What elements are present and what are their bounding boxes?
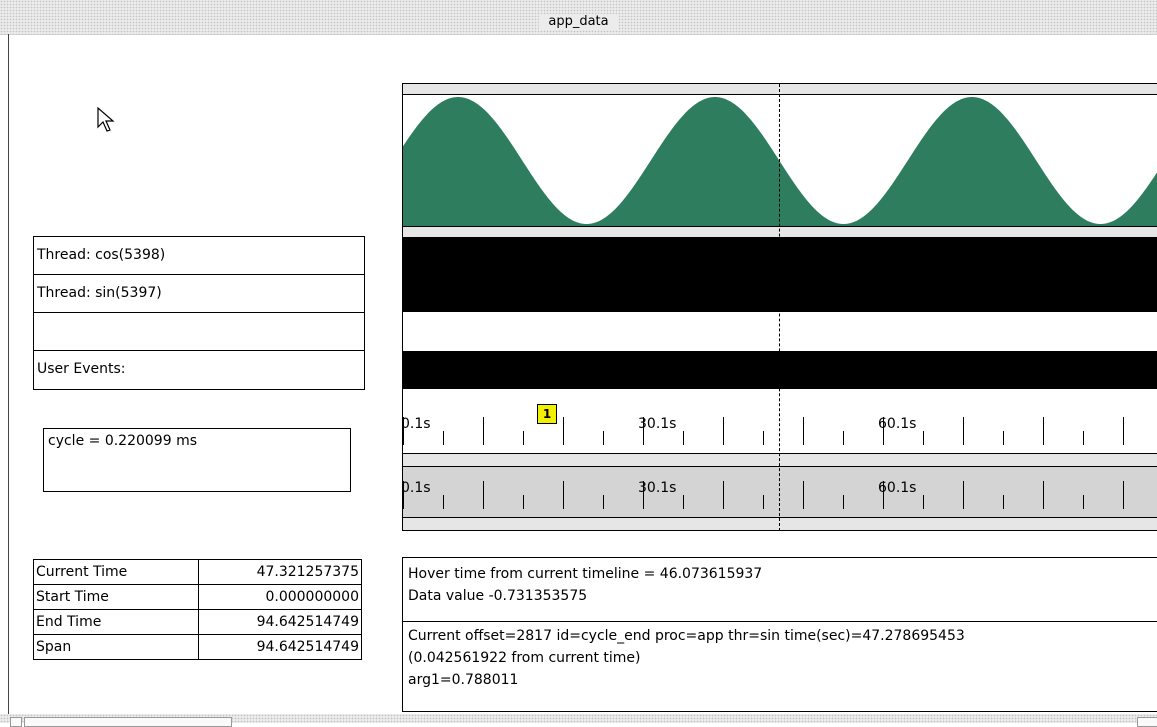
mouse-pointer-icon [97,107,115,132]
thread-row-sin[interactable]: Thread: sin(5397) [34,275,364,313]
waveform-header-strip [403,84,1157,95]
event-marker[interactable]: 1 [537,404,557,424]
timeline-tick [803,417,804,445]
table-row: Current Time 47.321257375 [33,559,362,585]
timeline-tick [683,495,684,509]
timeline-tick [763,431,764,445]
overview-bottom-strip [403,517,1157,531]
timeline-tick [563,417,564,445]
timeline-tick [963,417,964,445]
timeline-ruler[interactable]: 0.1s 30.1s 60.1s [403,405,1157,453]
horizontal-scrollbar[interactable] [24,717,232,727]
timeline-tick [963,481,964,509]
scroll-left-knob[interactable] [10,717,22,727]
timeline-tick [1003,495,1004,509]
timeline-tick [603,431,604,445]
scroll-right-knob[interactable] [1137,717,1157,727]
timeline-tick [483,481,484,509]
timeline-tick [1003,431,1004,445]
timeline-tick [803,481,804,509]
timeline-tick [643,417,644,445]
timeline-tick [443,431,444,445]
event-offset-text: Current offset=2817 id=cycle_end proc=ap… [408,628,965,644]
timeline-tick [1123,481,1124,509]
span-value: 94.642514749 [198,634,362,660]
waveform-bottom-strip [403,226,1157,237]
table-row: Span 94.642514749 [33,634,362,660]
data-waveform[interactable] [403,95,1157,226]
user-events-row[interactable]: User Events: [34,351,364,389]
end-time-value: 94.642514749 [198,609,362,635]
thread-row-cos[interactable]: Thread: cos(5398) [34,237,364,275]
timeline-tick [723,481,724,509]
timeline-tick [1083,431,1084,445]
timeline-tick [923,431,924,445]
current-time-value: 47.321257375 [198,559,362,585]
timeline-tick [643,481,644,509]
time-stats-table: Current Time 47.321257375 Start Time 0.0… [33,559,362,660]
timeline-tick [1043,481,1044,509]
overview-label-start: 0.1s [403,480,431,496]
start-time-value: 0.000000000 [198,584,362,610]
timeline-tick [403,481,404,509]
timeline-tick [563,481,564,509]
timeline-tick [603,495,604,509]
current-time-label: Current Time [33,559,199,585]
timeline-label-start: 0.1s [403,416,431,432]
timeline-tick [403,417,404,445]
data-value-text: Data value -0.731353575 [408,588,588,604]
timeline-tick [763,495,764,509]
timeline-tick [683,431,684,445]
cycle-display: cycle = 0.220099 ms [43,428,351,492]
timeline-tick [1123,417,1124,445]
event-info: Current offset=2817 id=cycle_end proc=ap… [403,622,965,691]
table-row: End Time 94.642514749 [33,609,362,635]
span-label: Span [33,634,199,660]
timeline-tick [1083,495,1084,509]
timeline-tick [523,431,524,445]
timeline-tick [923,495,924,509]
hover-time-text: Hover time from current timeline = 46.07… [408,566,763,582]
timeline-tick [1043,417,1044,445]
timeline-separator [403,453,1157,467]
user-events-bar[interactable] [403,351,1157,389]
timeline-tick [483,417,484,445]
window-frame-left [8,34,9,723]
table-row: Start Time 0.000000000 [33,584,362,610]
window-titlebar[interactable]: app_data [0,0,1157,35]
timeline-tick [843,495,844,509]
event-arg-text: arg1=0.788011 [408,672,519,688]
timeline-tick [443,495,444,509]
timeline-tick [883,481,884,509]
timeline-tick [723,417,724,445]
waveform-fill [403,97,1157,226]
info-panel: Hover time from current timeline = 46.07… [402,557,1157,712]
timeline-tick [523,495,524,509]
thread-list: Thread: cos(5398) Thread: sin(5397) User… [33,236,365,390]
current-time-cursor[interactable] [779,84,780,531]
hover-info: Hover time from current timeline = 46.07… [403,558,1157,622]
timeline-tick [883,417,884,445]
event-delta-text: (0.042561922 from current time) [408,650,641,666]
window-title: app_data [538,14,619,30]
overview-timeline-ruler[interactable]: 0.1s 30.1s 60.1s [403,467,1157,517]
timeline-tick [843,431,844,445]
bottom-scroll-area [0,714,1157,727]
thread-row-empty [34,313,364,351]
start-time-label: Start Time [33,584,199,610]
end-time-label: End Time [33,609,199,635]
thread-cos-activity-bar[interactable] [403,237,1157,312]
